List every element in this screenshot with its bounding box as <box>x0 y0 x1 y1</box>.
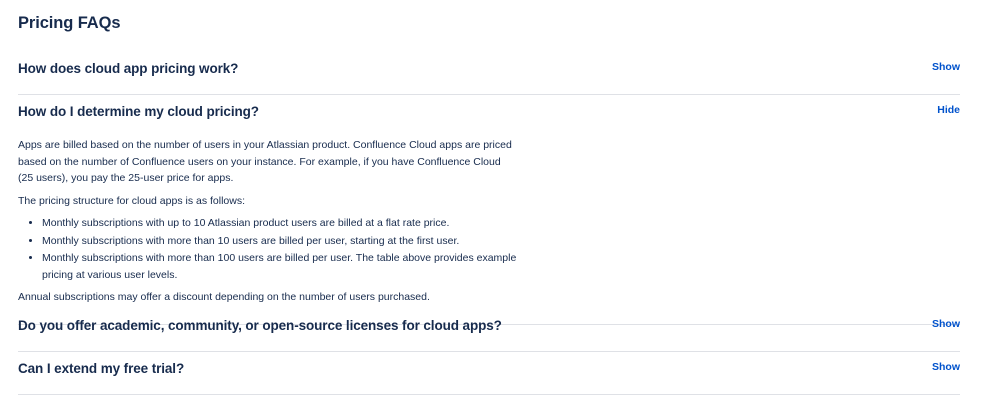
answer-paragraph: Apps are billed based on the number of u… <box>18 139 512 184</box>
answer-paragraph: Annual subscriptions may offer a discoun… <box>18 291 430 303</box>
hide-toggle-button[interactable]: Hide <box>937 104 960 116</box>
page-title: Pricing FAQs <box>18 14 121 32</box>
faq-item-determine-pricing: How do I determine my cloud pricing? Hid… <box>18 95 960 325</box>
faq-header[interactable]: How do I determine my cloud pricing? Hid… <box>18 95 960 137</box>
faq-header[interactable]: How does cloud app pricing work? Show <box>18 52 960 94</box>
faq-question[interactable]: Do you offer academic, community, or ope… <box>18 318 502 333</box>
show-toggle-button[interactable]: Show <box>932 318 960 330</box>
answer-paragraph: The pricing structure for cloud apps is … <box>18 194 246 207</box>
faq-item-extend-trial: Can I extend my free trial? Show <box>18 352 960 395</box>
faq-question[interactable]: How do I determine my cloud pricing? <box>18 104 259 119</box>
list-item: Monthly subscriptions with more than 100… <box>42 250 518 283</box>
show-toggle-button[interactable]: Show <box>932 361 960 373</box>
list-item: Monthly subscriptions with more than 10 … <box>42 233 518 250</box>
show-toggle-button[interactable]: Show <box>932 61 960 73</box>
list-item: Monthly subscriptions with up to 10 Atla… <box>42 215 518 232</box>
faq-answer: Apps are billed based on the number of u… <box>18 137 518 324</box>
pricing-structure-list: Monthly subscriptions with up to 10 Atla… <box>18 215 518 283</box>
faq-question[interactable]: Can I extend my free trial? <box>18 361 184 376</box>
faq-item-academic-licenses: Do you offer academic, community, or ope… <box>18 309 960 352</box>
faq-question[interactable]: How does cloud app pricing work? <box>18 61 238 76</box>
faq-header[interactable]: Do you offer academic, community, or ope… <box>18 309 960 351</box>
faq-item-cloud-app-pricing: How does cloud app pricing work? Show <box>18 52 960 95</box>
faq-header[interactable]: Can I extend my free trial? Show <box>18 352 960 394</box>
